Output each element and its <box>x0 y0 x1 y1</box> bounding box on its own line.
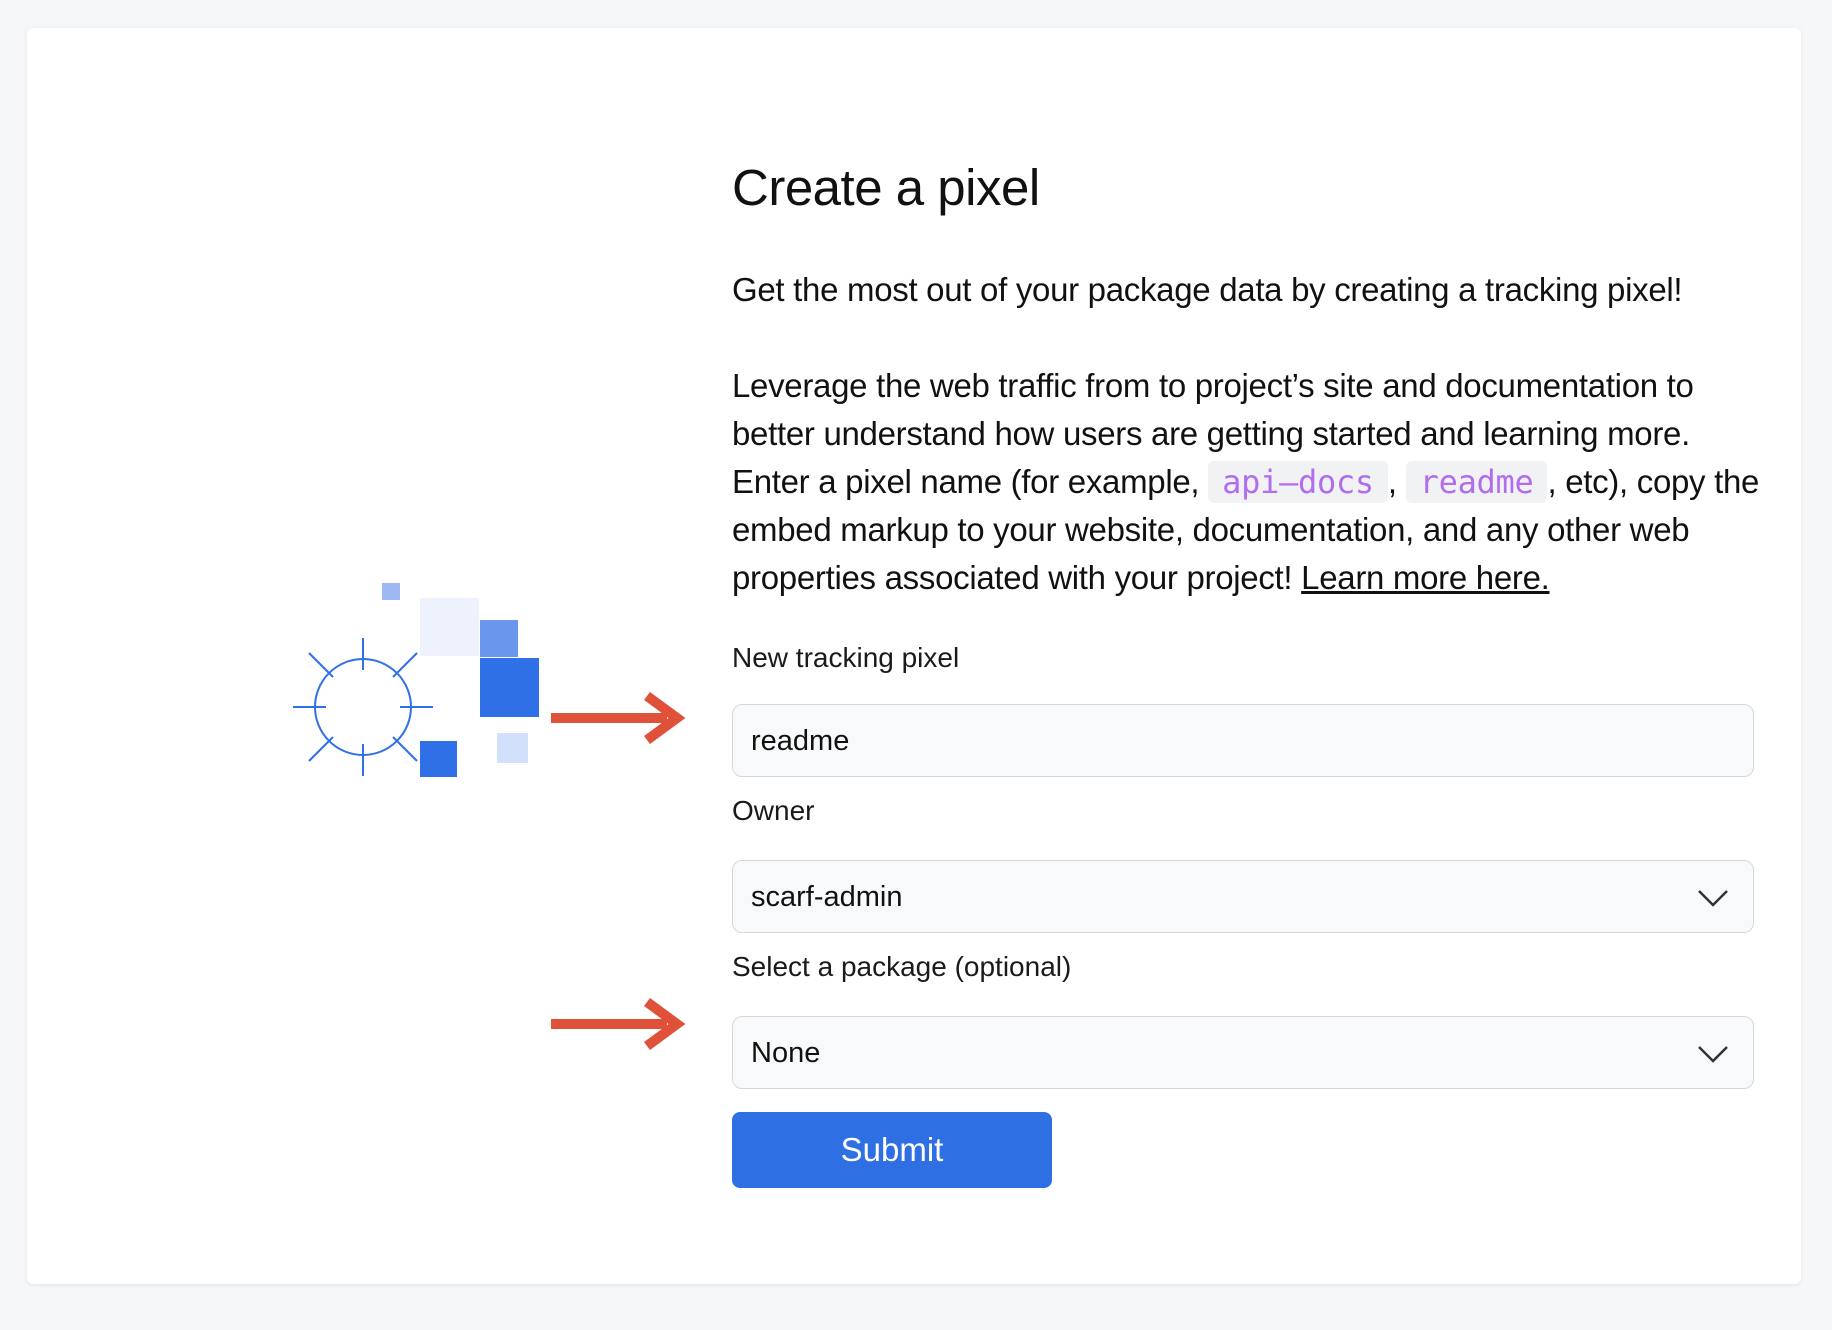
owner-select[interactable]: scarf-admin <box>732 860 1754 933</box>
page-title: Create a pixel <box>732 159 1040 216</box>
chevron-down-icon <box>1698 890 1728 907</box>
package-select[interactable]: None <box>732 1016 1754 1089</box>
example-code-readme: readme <box>1405 461 1548 503</box>
learn-more-link[interactable]: Learn more here. <box>1301 559 1550 596</box>
main-content: Create a pixel Get the most out of your … <box>732 148 1772 602</box>
package-value: None <box>751 1037 821 1069</box>
submit-button[interactable]: Submit <box>732 1112 1052 1188</box>
description-text: Leverage the web traffic from to project… <box>732 362 1772 602</box>
owner-label: Owner <box>732 795 815 826</box>
pixel-illustration <box>293 583 539 777</box>
pixel-name-label: New tracking pixel <box>732 642 960 673</box>
annotation-arrow-icon <box>551 997 686 1051</box>
package-label: Select a package (optional) <box>732 951 1072 982</box>
pixel-name-input[interactable]: readme <box>732 704 1754 777</box>
create-pixel-card: Create a pixel Get the most out of your … <box>27 28 1801 1284</box>
intro-text: Get the most out of your package data by… <box>732 271 1683 308</box>
chevron-down-icon <box>1698 1046 1728 1063</box>
owner-value: scarf-admin <box>751 881 903 913</box>
example-separator: , <box>1387 463 1406 500</box>
annotation-arrow-icon <box>551 691 686 745</box>
pixel-name-value: readme <box>751 725 850 757</box>
example-code-api-docs: api–docs <box>1208 461 1388 503</box>
